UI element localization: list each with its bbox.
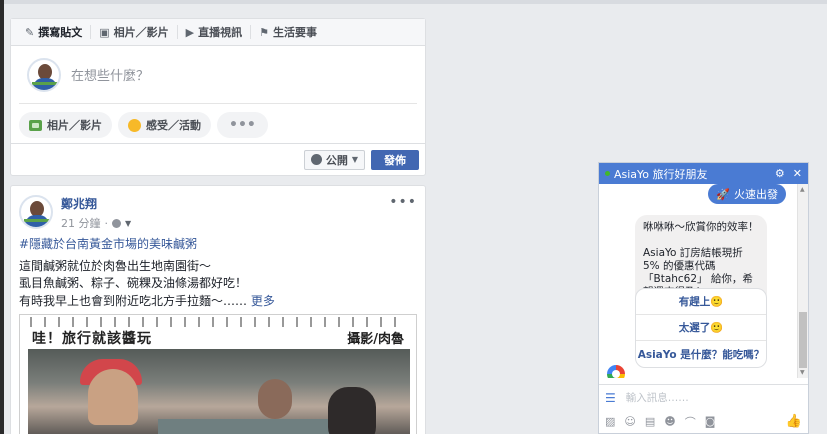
messenger-chat-window: AsiaYo 旅行好朋友 ⚙ ✕ 🚀 火速出發 咻咻咻～欣賞你的效率！ Asia… — [598, 162, 809, 434]
video-camera-icon: ▶ — [185, 25, 195, 39]
scroll-up-icon[interactable]: ▲ — [800, 186, 807, 193]
message-input[interactable]: 輸入訊息…… — [626, 390, 689, 405]
author-name[interactable]: 鄭兆翔 — [61, 195, 131, 212]
composer-tabs: ✎ 撰寫貼文 ▣ 相片／影片 ▶ 直播視訊 ⚑ 生活要事 — [11, 19, 425, 46]
chevron-down-icon[interactable]: ▼ — [125, 219, 131, 228]
online-status-dot — [605, 171, 610, 176]
more-options-button[interactable]: ••• — [217, 112, 268, 138]
post-meta: 鄭兆翔 21 分鐘 · ▼ — [61, 195, 131, 231]
feeling-activity-button[interactable]: 感受／活動 — [118, 112, 211, 138]
post-text: #隱藏於台南黃金市場的美味鹹粥 這間鹹粥就位於肉魯出生地南園街～ 虱目魚鹹粥、粽… — [19, 236, 419, 310]
photo-icon[interactable]: ▨ — [605, 415, 615, 428]
hashtag-link[interactable]: #隱藏於台南黃金市場的美味鹹粥 — [19, 236, 419, 254]
tab-photo-video[interactable]: ▣ 相片／影片 — [91, 19, 176, 46]
quick-replies: 有趕上🙂 太遲了🙂 AsiaYo 是什麼？能吃嗎？ — [635, 288, 767, 368]
photo-caption-title: 哇！旅行就該醬玩 — [32, 331, 152, 347]
pencil-icon: ✎ — [25, 25, 35, 39]
photo-icon — [29, 119, 42, 131]
scrollbar-thumb[interactable] — [799, 312, 807, 368]
incoming-message-text: 咻咻咻～欣賞你的效率！ — [643, 221, 759, 233]
publish-button[interactable]: 發佈 — [371, 149, 419, 170]
more-icon: ••• — [229, 117, 256, 133]
gif-icon[interactable]: ▤ — [645, 415, 655, 428]
chat-toolbar: ▨ ☺ ▤ ☻ ⌒ ◙ 👍 — [599, 410, 808, 433]
post-photo[interactable]: 哇！旅行就該醬玩 攝影/肉魯 — [19, 314, 417, 434]
post-line: 這間鹹粥就位於肉魯出生地南園街～ — [19, 258, 212, 273]
composer-actions: 相片／影片 感受／活動 ••• — [11, 104, 425, 138]
smiley-icon — [128, 118, 141, 132]
quick-reply-button[interactable]: 有趕上🙂 — [636, 289, 766, 315]
button-label: 感受／活動 — [146, 119, 201, 132]
photo-video-button[interactable]: 相片／影片 — [19, 112, 112, 138]
scroll-down-icon[interactable]: ▼ — [800, 369, 807, 376]
globe-icon — [310, 154, 322, 165]
attachment-icon[interactable]: ⌒ — [685, 414, 696, 430]
post-line: 有時我早上也會到附近吃北方手拉麵～…… — [19, 293, 248, 308]
tab-label: 直播視訊 — [198, 26, 243, 39]
rocket-icon: 🚀 — [716, 187, 730, 201]
avatar-stripe — [32, 81, 58, 85]
person-shape — [88, 369, 138, 425]
chat-scrollbar[interactable]: ▲ ▼ — [797, 184, 808, 378]
chat-header[interactable]: AsiaYo 旅行好朋友 ⚙ ✕ — [599, 163, 808, 184]
post-time-row: 21 分鐘 · ▼ — [61, 215, 131, 231]
author-avatar[interactable] — [19, 195, 53, 229]
camera-icon: ▣ — [99, 25, 110, 39]
photo-credit: 攝影/肉魯 — [347, 332, 404, 347]
chat-input-row: ☰ 輸入訊息…… — [599, 384, 808, 410]
post-line: 虱目魚鹹粥、粽子、碗粿及油條湯都好吃！ — [19, 276, 248, 290]
tab-live-video[interactable]: ▶ 直播視訊 — [178, 19, 250, 46]
person-shape — [328, 387, 376, 434]
chat-messages: 🚀 火速出發 咻咻咻～欣賞你的效率！ AsiaYo 訂房結帳現折 5% 的優惠代… — [599, 184, 808, 378]
post-header: 鄭兆翔 21 分鐘 · ▼ — [19, 195, 131, 231]
post-options-button[interactable]: ••• — [389, 194, 417, 210]
photo-scene — [28, 349, 410, 434]
window-top-edge — [0, 0, 827, 4]
close-icon[interactable]: ✕ — [793, 167, 802, 180]
outgoing-message: 🚀 火速出發 — [708, 184, 786, 204]
outgoing-message-text: 火速出發 — [734, 188, 778, 201]
button-label: 相片／影片 — [47, 119, 102, 132]
see-more-link[interactable]: 更多 — [251, 294, 275, 308]
thumbs-up-icon[interactable]: 👍 — [786, 414, 802, 429]
composer-footer: 公開 ▼ 發佈 — [11, 143, 425, 175]
audience-label: 公開 — [325, 153, 348, 167]
person-shape — [258, 379, 292, 419]
composer-input-row: 在想些什麼？ — [19, 46, 417, 104]
chevron-down-icon: ▼ — [351, 155, 358, 164]
avatar-body — [25, 215, 49, 227]
composer-input[interactable]: 在想些什麼？ — [71, 65, 149, 84]
dot-separator: · — [104, 216, 109, 230]
globe-icon[interactable] — [112, 218, 121, 228]
tab-label: 撰寫貼文 — [38, 26, 83, 39]
flag-icon: ⚑ — [259, 25, 269, 39]
sticker-icon[interactable]: ☺ — [624, 415, 635, 428]
notebook-rings — [30, 317, 406, 327]
feed-post: 鄭兆翔 21 分鐘 · ▼ ••• #隱藏於台南黃金市場的美味鹹粥 這間鹹粥就位… — [10, 185, 426, 434]
tab-write-post[interactable]: ✎ 撰寫貼文 — [17, 19, 90, 46]
camera-icon[interactable]: ◙ — [705, 415, 716, 428]
avatar-stripe — [24, 219, 50, 222]
photo-notebook-header: 哇！旅行就該醬玩 攝影/肉魯 — [20, 315, 416, 349]
avatar[interactable] — [27, 57, 61, 92]
audience-selector[interactable]: 公開 ▼ — [303, 149, 365, 170]
avatar-body — [33, 77, 57, 90]
chat-title[interactable]: AsiaYo 旅行好朋友 — [614, 166, 767, 182]
gear-icon[interactable]: ⚙ — [775, 167, 785, 180]
quick-reply-button[interactable]: AsiaYo 是什麼？能吃嗎？ — [636, 341, 766, 367]
quick-reply-button[interactable]: 太遲了🙂 — [636, 315, 766, 341]
emoji-icon[interactable]: ☻ — [664, 415, 675, 428]
tab-life-event[interactable]: ⚑ 生活要事 — [251, 19, 325, 46]
post-composer: ✎ 撰寫貼文 ▣ 相片／影片 ▶ 直播視訊 ⚑ 生活要事 在想些什麼？ 相片／影… — [10, 18, 426, 176]
post-timestamp[interactable]: 21 分鐘 — [61, 215, 101, 231]
tab-label: 相片／影片 — [113, 26, 169, 39]
tab-label: 生活要事 — [272, 26, 317, 39]
post-line-last: 有時我早上也會到附近吃北方手拉麵～…… 更多 — [19, 293, 419, 311]
window-left-edge — [0, 0, 4, 434]
bot-avatar — [607, 365, 625, 378]
menu-icon[interactable]: ☰ — [605, 391, 616, 405]
